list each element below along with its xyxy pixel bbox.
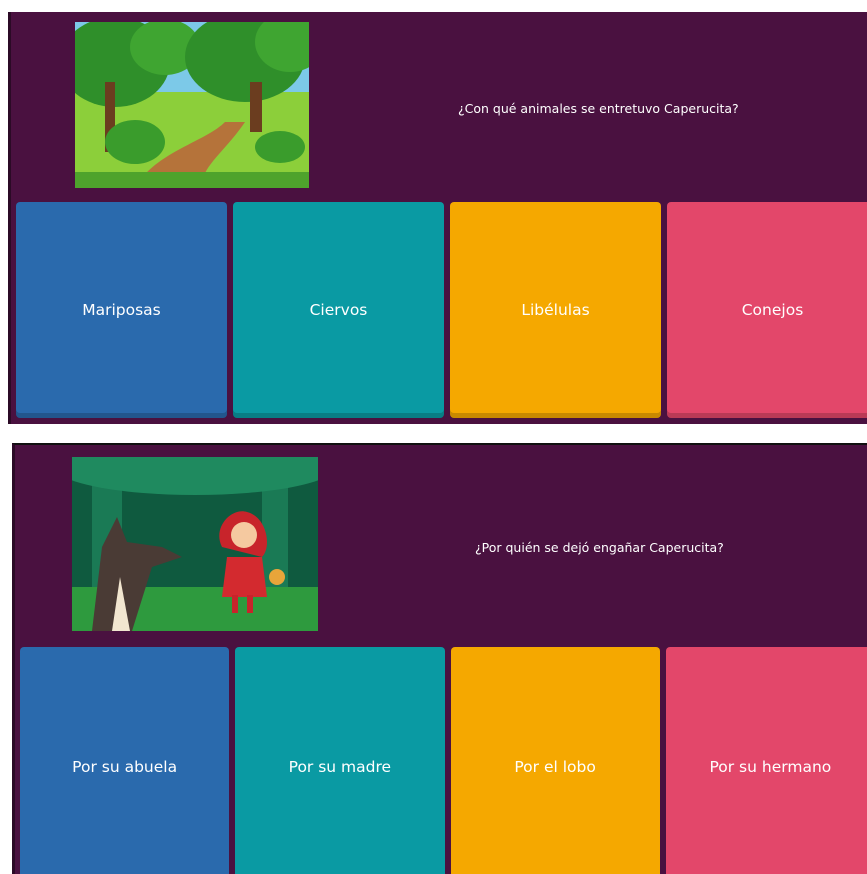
answer-option-4[interactable]: Conejos (667, 202, 867, 418)
question-text: ¿Con qué animales se entretuvo Caperucit… (458, 101, 739, 116)
answer-label: Mariposas (82, 301, 161, 319)
answer-options: Mariposas Ciervos Libélulas Conejos (16, 202, 867, 418)
quiz-question-card-1: ¿Con qué animales se entretuvo Caperucit… (8, 12, 867, 424)
answer-label: Por su hermano (709, 758, 832, 776)
answer-label: Ciervos (309, 301, 368, 319)
answer-option-3[interactable]: Por el lobo (450, 647, 660, 874)
answer-label: Conejos (741, 301, 804, 319)
answer-label: Libélulas (521, 301, 590, 319)
answer-option-2[interactable]: Por su madre (235, 647, 445, 874)
answer-label: Por su madre (288, 758, 392, 776)
answer-options: Por su abuela Por su madre Por el lobo P… (20, 647, 867, 874)
answer-label: Por su abuela (72, 758, 178, 776)
answer-option-1[interactable]: Por su abuela (20, 647, 230, 874)
red-riding-hood-wolf-illustration (72, 457, 318, 631)
forest-path-illustration (75, 22, 309, 188)
quiz-question-card-2: ¿Por quién se dejó engañar Caperucita? P… (12, 443, 867, 874)
answer-option-4[interactable]: Por su hermano (665, 647, 867, 874)
answer-option-1[interactable]: Mariposas (16, 202, 227, 418)
question-text: ¿Por quién se dejó engañar Caperucita? (475, 540, 724, 555)
answer-option-3[interactable]: Libélulas (450, 202, 661, 418)
answer-label: Por el lobo (514, 758, 596, 776)
answer-option-2[interactable]: Ciervos (233, 202, 444, 418)
